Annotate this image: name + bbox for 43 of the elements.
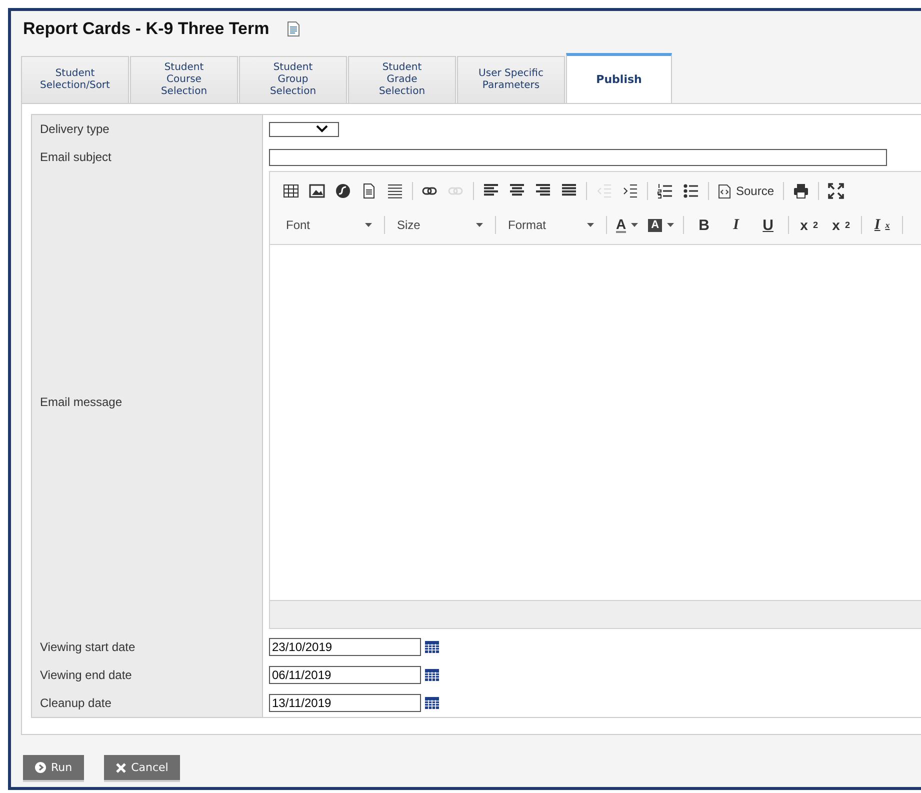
tab[interactable]: Student Grade Selection <box>348 56 456 103</box>
field-label: Viewing end date <box>40 668 132 682</box>
cancel-button[interactable]: Cancel <box>104 755 180 782</box>
caret-icon <box>587 223 594 227</box>
field-label: Delivery type <box>40 122 110 136</box>
window-title: Report Cards - K-9 Three Term <box>23 19 270 39</box>
format-button[interactable]: B <box>690 216 718 234</box>
play-circle-icon <box>35 762 46 773</box>
delivery-type-dropdown[interactable] <box>269 122 339 136</box>
report-icon[interactable] <box>287 21 302 37</box>
text-color-button[interactable]: A <box>613 216 642 234</box>
field-label: Email subject <box>40 150 112 164</box>
tab[interactable]: Student Selection/Sort <box>21 56 129 103</box>
tab[interactable]: User Specific Parameters <box>457 56 565 103</box>
caret-icon <box>667 223 674 227</box>
calendar-icon[interactable] <box>425 641 439 653</box>
tab[interactable]: Student Course Selection <box>130 56 238 103</box>
calendar-icon[interactable] <box>425 697 439 709</box>
date-field[interactable]: 13/11/2019 <box>269 694 421 712</box>
source-button[interactable]: Source <box>715 182 778 200</box>
format-button[interactable]: x$^{2}$ <box>827 216 856 234</box>
date-field[interactable]: 06/11/2019 <box>269 666 421 684</box>
caret-icon <box>631 223 638 227</box>
email-subject-field[interactable] <box>269 148 887 166</box>
close-icon <box>116 762 126 772</box>
format-dropdown[interactable]: Size <box>391 216 489 234</box>
format-button[interactable]: I <box>722 216 750 234</box>
chevron-down-icon <box>316 125 328 133</box>
calendar-icon[interactable] <box>425 669 439 681</box>
field-label: Viewing start date <box>40 640 136 654</box>
code-file-icon <box>718 184 731 198</box>
format-button[interactable]: U <box>754 216 782 234</box>
caret-icon <box>365 223 372 227</box>
tab[interactable]: Student Group Selection <box>239 56 347 103</box>
tab[interactable]: Publish <box>566 53 672 103</box>
background-color-button[interactable]: A <box>645 216 678 234</box>
date-field[interactable]: 23/10/2019 <box>269 638 421 656</box>
format-dropdown[interactable]: Font <box>280 216 378 234</box>
field-label: Email message <box>40 395 122 409</box>
caret-icon <box>476 223 483 227</box>
format-dropdown[interactable]: Format <box>502 216 600 234</box>
run-button[interactable]: Run <box>23 755 84 782</box>
field-label: Cleanup date <box>40 696 112 710</box>
